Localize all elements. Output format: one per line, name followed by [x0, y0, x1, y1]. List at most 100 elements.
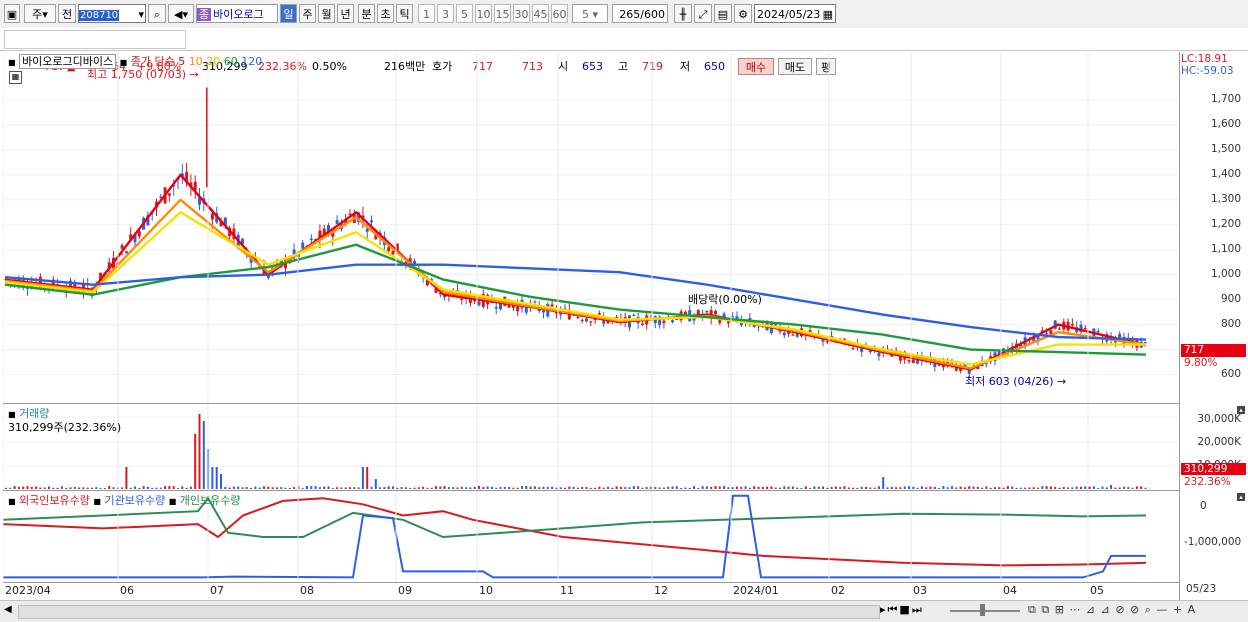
stock-name-field[interactable]: 종 바이오로그: [196, 4, 278, 23]
volume-bar: [1032, 487, 1035, 489]
candle-body: [632, 314, 636, 316]
drawing-tools[interactable]: ⧉ ⧉ ⊞ ⋯ ⊿ ⊿ ⊘ ⊘ ⌕ — + A: [1028, 603, 1196, 617]
volume-bar: [533, 486, 536, 489]
prev-button[interactable]: 전: [58, 4, 76, 23]
volume-bar: [314, 486, 317, 489]
candle-icon[interactable]: ╫: [674, 4, 692, 23]
volume-bar: [1045, 486, 1048, 489]
volume-bar: [959, 486, 962, 489]
volume-bar: [925, 487, 928, 489]
tab-week[interactable]: 주: [299, 4, 316, 23]
hc-label: HC:-59.03: [1181, 65, 1234, 77]
volume-bar: [847, 487, 850, 489]
zoom-slider[interactable]: [950, 610, 1020, 612]
panel-divider[interactable]: [3, 403, 1248, 404]
volume-bar: [869, 487, 872, 489]
candle-body: [542, 310, 545, 313]
volume-bar: [1123, 486, 1125, 489]
chevron-down-icon[interactable]: ▾: [138, 5, 144, 24]
volume-bar: [9, 487, 12, 489]
gear-icon[interactable]: ⚙: [734, 4, 752, 23]
scrollbar-track[interactable]: [18, 605, 880, 619]
tab-month[interactable]: 월: [318, 4, 335, 23]
speaker-icon[interactable]: ◀▾: [168, 4, 194, 23]
institution-holding-label[interactable]: 기관보유수량: [104, 494, 165, 507]
x-axis: 2023/04 06 07 08 09 10 11 12 2024/01 02 03 04 05: [3, 583, 1248, 600]
count-select[interactable]: 5 ▾: [572, 4, 608, 23]
volume-bar: [981, 487, 984, 489]
candle-body: [124, 251, 128, 254]
volume-bar: [994, 487, 996, 489]
foreign-holding-label[interactable]: 외국인보유수량: [19, 494, 90, 507]
volume-bar: [232, 486, 235, 489]
volume-bar: [349, 487, 351, 489]
tab-year[interactable]: 년: [337, 4, 354, 23]
tick-option-1[interactable]: 1: [418, 4, 435, 23]
period-label: 주: [32, 8, 43, 21]
volume-bar: [331, 487, 334, 489]
window-icon[interactable]: ▣: [4, 4, 20, 23]
tick-option-30[interactable]: 30: [513, 4, 530, 23]
volume-bar: [718, 486, 721, 489]
volume-bar: [245, 487, 248, 489]
zoom-slider-handle[interactable]: [980, 604, 985, 616]
search-icon[interactable]: ⌕: [148, 4, 166, 23]
volume-bar: [422, 486, 425, 489]
price-chart[interactable]: [3, 52, 1179, 600]
volume-bar: [164, 486, 167, 489]
volume-bar: [701, 486, 704, 489]
panel-divider[interactable]: [3, 490, 1248, 491]
code-input[interactable]: 208710 ▾: [78, 4, 146, 23]
tick-option-45[interactable]: 45: [532, 4, 549, 23]
volume-bar: [284, 487, 287, 489]
candle-body: [825, 341, 829, 343]
volume-bar: [710, 487, 713, 489]
count-select-value: 5: [581, 8, 589, 21]
calendar-icon[interactable]: ▦: [823, 5, 833, 24]
tick-option-15[interactable]: 15: [494, 4, 511, 23]
tab-tick[interactable]: 틱: [396, 4, 413, 23]
tab-second[interactable]: 초: [377, 4, 394, 23]
playback-controls[interactable]: ▸⏮■⏭: [880, 603, 924, 617]
volume-bar: [495, 487, 498, 489]
volume-bar: [340, 487, 343, 489]
volume-bar: [1110, 485, 1113, 489]
volume-bar: [761, 486, 764, 489]
volume-bar: [619, 487, 622, 489]
tick-option-5[interactable]: 5: [456, 4, 473, 23]
volume-bar: [693, 486, 695, 489]
tick-option-10[interactable]: 10: [475, 4, 492, 23]
stock-prefix-badge: 종: [197, 8, 212, 21]
volume-bar: [899, 487, 902, 489]
foreign-holding-line[interactable]: [3, 497, 1147, 567]
ma20-line[interactable]: [4, 211, 1146, 366]
save-icon[interactable]: ▤: [714, 4, 732, 23]
grid-icon[interactable]: ▦: [9, 71, 22, 84]
toolbar: ▣ 주▾ 전 208710 ▾ ⌕ ◀▾ 종 바이오로그 일 주 월 년 분 초 틱…: [0, 0, 1248, 29]
volume-bar: [267, 486, 270, 489]
volume-bar: [675, 486, 678, 489]
volume-bar: [1140, 486, 1143, 489]
maximize-icon[interactable]: ▴: [1237, 493, 1245, 501]
x-tick-label: 06: [120, 584, 134, 597]
y-axis: LC:18.91 HC:-59.03 1,700 1,600 1,500 1,400 1…: [1179, 52, 1248, 600]
candle-body: [550, 304, 554, 307]
tick-option-3[interactable]: 3: [437, 4, 454, 23]
tick-option-60[interactable]: 60: [551, 4, 568, 23]
scroll-left-icon[interactable]: ◀: [4, 604, 12, 615]
volume-bar: [662, 487, 665, 489]
volume-bar: [202, 421, 205, 489]
period-dropdown[interactable]: 주▾: [24, 4, 56, 23]
x-tick-label: 12: [654, 584, 668, 597]
volume-bar: [727, 487, 730, 489]
individual-holding-label[interactable]: 개인보유수량: [180, 494, 241, 507]
count-field[interactable]: 265/600: [612, 4, 668, 23]
tab-day[interactable]: 일: [280, 4, 297, 23]
date-field[interactable]: 2024/05/23 ▦: [754, 4, 836, 23]
candle-body: [782, 332, 786, 336]
volume-bar: [632, 486, 635, 489]
volume-bar: [826, 487, 829, 489]
line-tool-icon[interactable]: ⤢: [694, 4, 712, 23]
volume-bar: [985, 486, 988, 489]
tab-minute[interactable]: 분: [358, 4, 375, 23]
